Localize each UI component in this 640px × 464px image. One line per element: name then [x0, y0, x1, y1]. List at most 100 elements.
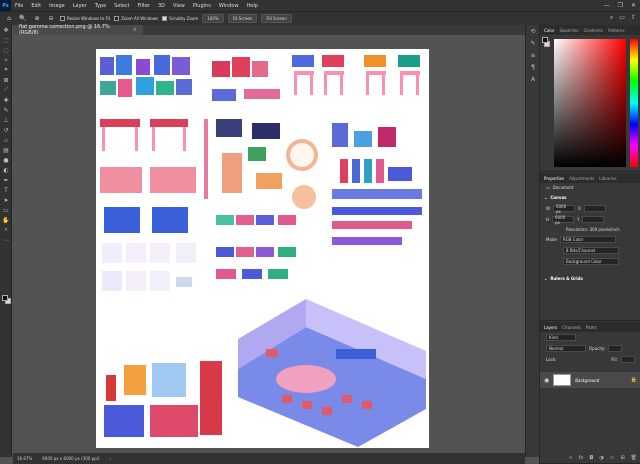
hue-slider[interactable]: [630, 39, 638, 167]
eye-icon[interactable]: ◉: [544, 377, 549, 384]
menu-edit[interactable]: Edit: [27, 3, 45, 9]
blur-tool-icon[interactable]: ●: [0, 155, 12, 165]
zoom-tool-icon[interactable]: ⌕: [0, 225, 12, 235]
brush-tool-icon[interactable]: ✎: [0, 105, 12, 115]
height-field[interactable]: 6000 px: [552, 215, 575, 225]
path-selection-tool-icon[interactable]: ➤: [0, 195, 12, 205]
zoom-all-checkbox[interactable]: Zoom All Windows: [114, 16, 158, 21]
resize-windows-checkbox[interactable]: Resize Windows to Fit: [60, 16, 110, 21]
fx-icon[interactable]: fx: [579, 455, 584, 461]
kind-filter-select[interactable]: Kind: [546, 334, 576, 341]
background-color-select[interactable]: Background Color: [563, 258, 619, 265]
tab-layers[interactable]: Layers: [544, 325, 557, 330]
stickers-group: [102, 243, 196, 291]
more-tools-icon[interactable]: ⋯: [0, 235, 12, 245]
eraser-tool-icon[interactable]: ▱: [0, 135, 12, 145]
zoom-tool-icon[interactable]: 🔍: [18, 14, 28, 24]
tab-patterns[interactable]: Patterns: [608, 28, 624, 33]
y-field[interactable]: [582, 216, 605, 223]
color-picker-field[interactable]: [554, 39, 638, 167]
zoom-out-icon[interactable]: ⊖: [46, 14, 56, 24]
zoom-in-icon[interactable]: ⊕: [32, 14, 42, 24]
history-icon[interactable]: ⟲: [526, 25, 540, 37]
link-icon[interactable]: ∞: [568, 455, 572, 461]
magic-wand-tool-icon[interactable]: ✧: [0, 55, 12, 65]
home-icon[interactable]: ⌂: [4, 14, 14, 24]
tab-libraries[interactable]: Libraries: [599, 176, 616, 181]
fit-screen-button[interactable]: Fit Screen: [227, 14, 258, 23]
move-tool-icon[interactable]: ✥: [0, 25, 12, 35]
width-field[interactable]: 6000 px: [552, 204, 575, 214]
menu-window[interactable]: Window: [215, 3, 243, 9]
lasso-tool-icon[interactable]: ◌: [0, 45, 12, 55]
menu-view[interactable]: View: [169, 3, 189, 9]
tab-channels[interactable]: Channels: [562, 325, 581, 330]
menu-select[interactable]: Select: [110, 3, 133, 9]
zoom-readout[interactable]: 16.67%: [17, 456, 32, 461]
mode-select[interactable]: RGB Color: [559, 236, 616, 243]
brushes-icon[interactable]: ✎: [526, 37, 540, 49]
tab-adjustments[interactable]: Adjustments: [569, 176, 594, 181]
type-tool-icon[interactable]: T: [0, 185, 12, 195]
folder-icon[interactable]: ▭: [610, 455, 615, 461]
trash-icon[interactable]: 🗑: [631, 455, 637, 461]
color-foreground-swatch[interactable]: [542, 37, 548, 43]
blend-mode-select[interactable]: Normal: [546, 345, 586, 352]
tab-gradients[interactable]: Gradients: [584, 28, 604, 33]
x-field[interactable]: [583, 205, 606, 212]
crop-tool-icon[interactable]: ⌗: [0, 65, 12, 75]
menu-type[interactable]: Type: [91, 3, 110, 9]
menu-help[interactable]: Help: [243, 3, 262, 9]
clone-stamp-tool-icon[interactable]: ⊥: [0, 115, 12, 125]
share-icon[interactable]: ⇪: [631, 14, 636, 22]
document-canvas[interactable]: [96, 49, 429, 448]
menu-plugins[interactable]: Plugins: [189, 3, 215, 9]
scrubby-zoom-checkbox[interactable]: Scrubby Zoom: [162, 16, 198, 21]
canvas-section-header[interactable]: ⌄ Canvas: [540, 192, 640, 203]
canvas-area[interactable]: [13, 35, 525, 453]
maximize-icon[interactable]: ❐: [618, 2, 623, 9]
document-tab[interactable]: flat gamma correction.png @ 16.7% (RGB/8…: [13, 24, 143, 36]
marquee-tool-icon[interactable]: ⬚: [0, 35, 12, 45]
healing-brush-tool-icon[interactable]: ✚: [0, 95, 12, 105]
adjust-icon[interactable]: ≡: [526, 49, 540, 61]
rulers-grids-header[interactable]: ⌄ Rulers & Grids: [540, 273, 640, 284]
fill-field[interactable]: [621, 356, 635, 363]
lock-icon[interactable]: 🔒: [631, 377, 637, 383]
frame-tool-icon[interactable]: ⊠: [0, 75, 12, 85]
tab-properties[interactable]: Properties: [544, 176, 564, 181]
character-icon[interactable]: A: [526, 73, 540, 85]
new-layer-icon[interactable]: ⊞: [620, 455, 624, 461]
dodge-tool-icon[interactable]: ◐: [0, 165, 12, 175]
layer-row-background[interactable]: ◉ Background 🔒: [540, 372, 640, 388]
foreground-color-swatch[interactable]: [2, 295, 8, 301]
search-icon[interactable]: ⌕: [610, 14, 613, 22]
adjustment-icon[interactable]: ◑: [599, 455, 603, 461]
minimize-icon[interactable]: —: [604, 2, 610, 9]
menu-3d[interactable]: 3D: [154, 3, 169, 9]
close-tab-icon[interactable]: ×: [133, 27, 137, 33]
opacity-field[interactable]: [608, 345, 623, 352]
menu-file[interactable]: File: [11, 3, 27, 9]
status-arrow-icon[interactable]: ›: [109, 456, 111, 461]
tab-paths[interactable]: Paths: [586, 325, 597, 330]
eyedropper-tool-icon[interactable]: ⟋: [0, 85, 12, 95]
tab-swatches[interactable]: Swatches: [559, 28, 578, 33]
fill-screen-button[interactable]: Fill Screen: [261, 14, 292, 23]
history-brush-tool-icon[interactable]: ↺: [0, 125, 12, 135]
close-window-icon[interactable]: ✕: [631, 2, 636, 9]
workspace-icon[interactable]: ▭: [619, 14, 625, 22]
pen-tool-icon[interactable]: ✒: [0, 175, 12, 185]
menu-filter[interactable]: Filter: [134, 3, 154, 9]
menu-image[interactable]: Image: [45, 3, 69, 9]
tab-color[interactable]: Color: [544, 28, 554, 33]
width-row: W 6000 px X: [540, 203, 640, 214]
menu-layer[interactable]: Layer: [69, 3, 91, 9]
hand-tool-icon[interactable]: ✋: [0, 215, 12, 225]
rectangle-tool-icon[interactable]: ▭: [0, 205, 12, 215]
mask-icon[interactable]: ◘: [589, 455, 593, 461]
zoom-100-button[interactable]: 100%: [202, 14, 224, 23]
bit-depth-select[interactable]: 8 Bits/Channel: [563, 247, 619, 254]
gradient-tool-icon[interactable]: ▤: [0, 145, 12, 155]
glyphs-icon[interactable]: ¶: [526, 61, 540, 73]
